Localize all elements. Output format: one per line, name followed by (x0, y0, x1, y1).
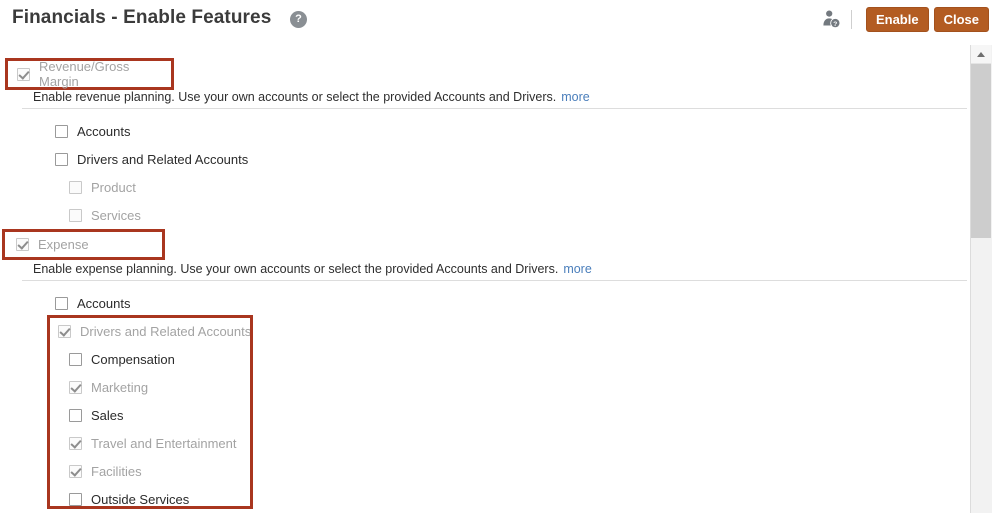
checkbox-row-expense-compensation[interactable]: Compensation (69, 352, 175, 367)
checkbox-expense-sales[interactable] (69, 409, 82, 422)
vertical-scrollbar[interactable] (970, 45, 992, 513)
checkbox-row-revenue-accounts[interactable]: Accounts (55, 124, 130, 139)
section-label-expense: Expense (38, 237, 89, 252)
section-label-revenue: Revenue/Gross Margin (39, 59, 130, 89)
svg-text:?: ? (833, 21, 837, 28)
checkbox-row-expense-outside-services[interactable]: Outside Services (69, 492, 189, 507)
checkbox-row-expense-facilities: Facilities (69, 464, 142, 479)
section-header-expense[interactable]: Expense (2, 229, 165, 260)
label-revenue-drivers-and-related-accounts: Drivers and Related Accounts (77, 152, 249, 167)
label-expense-accounts: Accounts (77, 296, 131, 311)
checkbox-expense-marketing (69, 381, 82, 394)
checkbox-row-expense-travel: Travel and Entertainment (69, 436, 236, 451)
features-content-panel: Revenue/Gross Margin Enable revenue plan… (0, 45, 971, 513)
label-expense-marketing: Marketing (91, 380, 149, 395)
more-link-expense[interactable]: more (563, 262, 591, 276)
checkbox-expense-facilities (69, 465, 82, 478)
checkbox-revenue-drivers-and-related-accounts[interactable] (55, 153, 68, 166)
checkbox-expense (16, 238, 29, 251)
checkbox-revenue-accounts[interactable] (55, 125, 68, 138)
checkbox-row-expense-sales[interactable]: Sales (69, 408, 124, 423)
checkbox-expense-outside-services[interactable] (69, 493, 82, 506)
scroll-thumb[interactable] (971, 64, 991, 238)
section-description-expense: Enable expense planning. Use your own ac… (33, 262, 592, 276)
section-description-revenue-text: Enable revenue planning. Use your own ac… (33, 90, 557, 104)
header-toolbar: ? Enable Close (818, 6, 989, 32)
user-help-icon[interactable]: ? (818, 7, 844, 31)
checkbox-expense-travel-and-entertainment (69, 437, 82, 450)
question-circle-icon[interactable]: ? (290, 11, 307, 28)
checkbox-revenue-gross-margin (17, 67, 30, 81)
scroll-track[interactable] (971, 238, 991, 513)
close-button[interactable]: Close (933, 6, 989, 32)
label-expense-sales: Sales (91, 408, 124, 423)
section-description-revenue: Enable revenue planning. Use your own ac… (33, 90, 590, 104)
label-expense-drivers-and-related-accounts: Drivers and Related Accounts (80, 324, 252, 339)
page-header: Financials - Enable Features ? ? Enable … (0, 0, 992, 45)
checkbox-revenue-product (69, 181, 82, 194)
section-header-revenue[interactable]: Revenue/Gross Margin (5, 58, 174, 90)
checkbox-row-expense-marketing: Marketing (69, 380, 148, 395)
checkbox-row-revenue-services: Services (69, 208, 141, 223)
section-divider-revenue (22, 108, 967, 109)
checkbox-row-expense-drivers: Drivers and Related Accounts (58, 324, 251, 339)
label-expense-compensation: Compensation (91, 352, 175, 367)
label-revenue-services: Services (91, 208, 141, 223)
label-expense-facilities: Facilities (91, 464, 142, 479)
label-expense-travel-and-entertainment: Travel and Entertainment (91, 436, 237, 451)
checkbox-row-revenue-product: Product (69, 180, 136, 195)
label-expense-outside-services: Outside Services (91, 492, 190, 507)
checkbox-row-revenue-drivers[interactable]: Drivers and Related Accounts (55, 152, 248, 167)
more-link-revenue[interactable]: more (561, 90, 589, 104)
checkbox-expense-compensation[interactable] (69, 353, 82, 366)
checkbox-expense-accounts[interactable] (55, 297, 68, 310)
page-title: Financials - Enable Features (12, 7, 272, 28)
checkbox-row-expense-accounts[interactable]: Accounts (55, 296, 130, 311)
section-description-expense-text: Enable expense planning. Use your own ac… (33, 262, 559, 276)
toolbar-divider (850, 9, 852, 29)
label-revenue-product: Product (91, 180, 136, 195)
enable-button[interactable]: Enable (865, 6, 929, 32)
checkbox-expense-drivers-and-related-accounts (58, 325, 71, 338)
section-divider-expense (22, 280, 967, 281)
label-revenue-accounts: Accounts (77, 124, 131, 139)
scroll-up-icon[interactable] (971, 45, 991, 64)
checkbox-revenue-services (69, 209, 82, 222)
